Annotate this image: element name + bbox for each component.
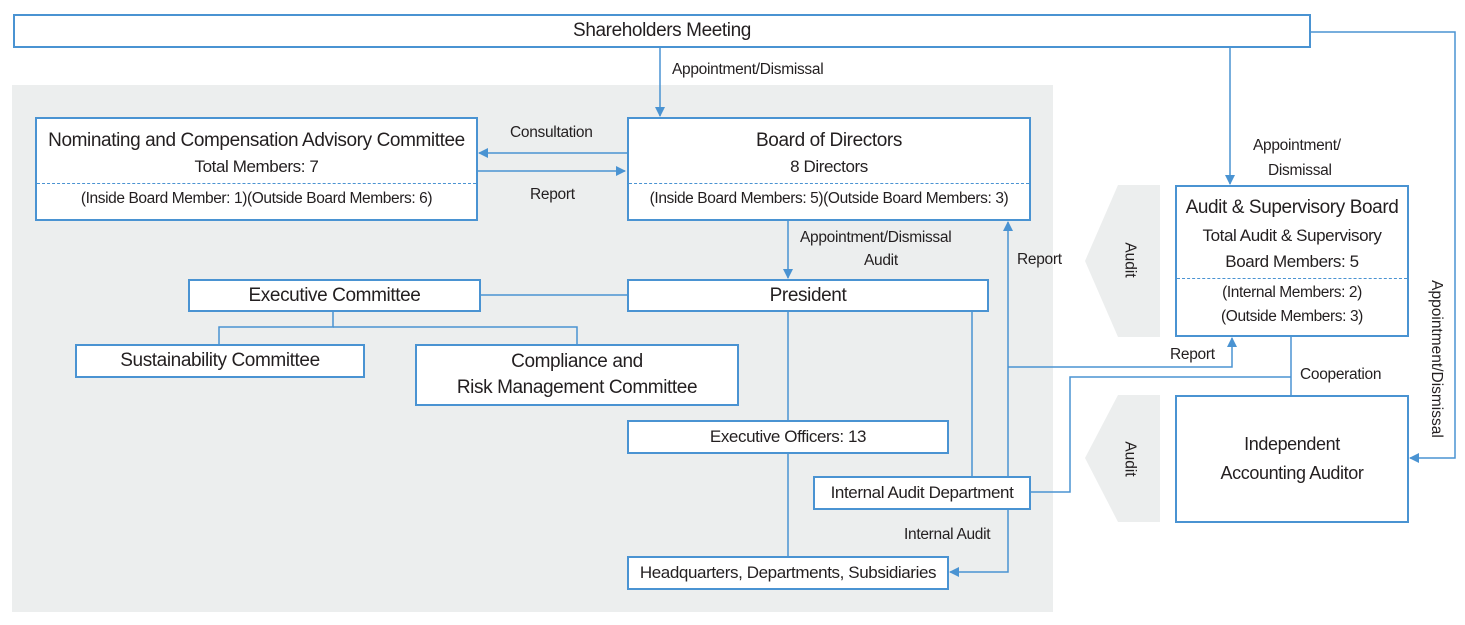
report-label-board: Report bbox=[1017, 251, 1062, 268]
audit-board-total1: Total Audit & Supervisory bbox=[1202, 225, 1382, 245]
executive-officers-box: Executive Officers: 13 bbox=[627, 420, 949, 454]
nominating-total: Total Members: 7 bbox=[194, 156, 319, 176]
divider bbox=[37, 183, 476, 185]
audit-supervisory-board-box: Audit & Supervisory Board Total Audit & … bbox=[1175, 185, 1409, 337]
executive-committee-label: Executive Committee bbox=[248, 284, 421, 306]
exec-committee-branch-line bbox=[218, 311, 334, 344]
headquarters-box: Headquarters, Departments, Subsidiaries bbox=[627, 556, 949, 590]
internal-audit-department-box: Internal Audit Department bbox=[813, 476, 1031, 510]
dismissal-label: Dismissal bbox=[1268, 162, 1332, 179]
compliance-committee-box: Compliance and Risk Management Committee bbox=[415, 344, 739, 406]
shareholders-meeting-label: Shareholders Meeting bbox=[573, 20, 751, 42]
audit-label-auditor: Audit bbox=[1121, 441, 1139, 477]
consultation-label: Consultation bbox=[510, 124, 593, 141]
report-label-nominating: Report bbox=[530, 186, 575, 203]
compliance-line2: Risk Management Committee bbox=[456, 377, 698, 398]
auditor-line2: Accounting Auditor bbox=[1220, 463, 1364, 483]
internal-audit-department-label: Internal Audit Department bbox=[830, 482, 1014, 502]
cooperation-label: Cooperation bbox=[1300, 366, 1382, 383]
exec-committee-branch-line-2 bbox=[333, 326, 578, 344]
independent-auditor-box: Independent Accounting Auditor bbox=[1175, 395, 1409, 523]
board-total: 8 Directors bbox=[790, 156, 868, 176]
audit-board-total2: Board Members: 5 bbox=[1225, 252, 1359, 272]
board-breakdown: (Inside Board Members: 5)(Outside Board … bbox=[649, 190, 1009, 208]
audit-board-outside: (Outside Members: 3) bbox=[1221, 307, 1363, 325]
internal-audit-label: Internal Audit bbox=[904, 526, 991, 543]
president-label: President bbox=[769, 284, 847, 306]
board-of-directors-box: Board of Directors 8 Directors (Inside B… bbox=[627, 117, 1031, 221]
appointment-dismissal-label: Appointment/Dismissal bbox=[672, 61, 824, 78]
nominating-breakdown: (Inside Board Member: 1)(Outside Board M… bbox=[80, 190, 433, 208]
president-box: President bbox=[627, 279, 989, 312]
audit-board-internal: (Internal Members: 2) bbox=[1222, 283, 1362, 301]
nominating-title: Nominating and Compensation Advisory Com… bbox=[48, 130, 465, 152]
audit-board-title: Audit & Supervisory Board bbox=[1185, 197, 1399, 219]
divider bbox=[1177, 277, 1407, 279]
appointment-label: Appointment/ bbox=[1253, 137, 1341, 154]
executive-committee-box: Executive Committee bbox=[188, 279, 481, 312]
board-audit-label: Audit bbox=[864, 252, 898, 269]
shareholders-meeting-box: Shareholders Meeting bbox=[13, 14, 1311, 48]
report-label-audit-board: Report bbox=[1170, 346, 1215, 363]
audit-label-board: Audit bbox=[1121, 242, 1139, 278]
board-appointment-dismissal-label: Appointment/Dismissal bbox=[800, 229, 952, 246]
headquarters-label: Headquarters, Departments, Subsidiaries bbox=[639, 562, 937, 582]
sustainability-committee-box: Sustainability Committee bbox=[75, 344, 365, 378]
auditor-appointment-dismissal-label: Appointment/Dismissal bbox=[1427, 280, 1445, 438]
board-title: Board of Directors bbox=[756, 130, 902, 152]
nominating-committee-box: Nominating and Compensation Advisory Com… bbox=[35, 117, 478, 221]
auditor-line1: Independent bbox=[1244, 434, 1340, 455]
executive-officers-label: Executive Officers: 13 bbox=[709, 426, 867, 446]
divider bbox=[629, 183, 1029, 185]
sustainability-label: Sustainability Committee bbox=[120, 350, 320, 372]
governance-diagram: Shareholders Meeting Nominating and Comp… bbox=[0, 0, 1465, 625]
compliance-line1: Compliance and bbox=[511, 351, 643, 373]
